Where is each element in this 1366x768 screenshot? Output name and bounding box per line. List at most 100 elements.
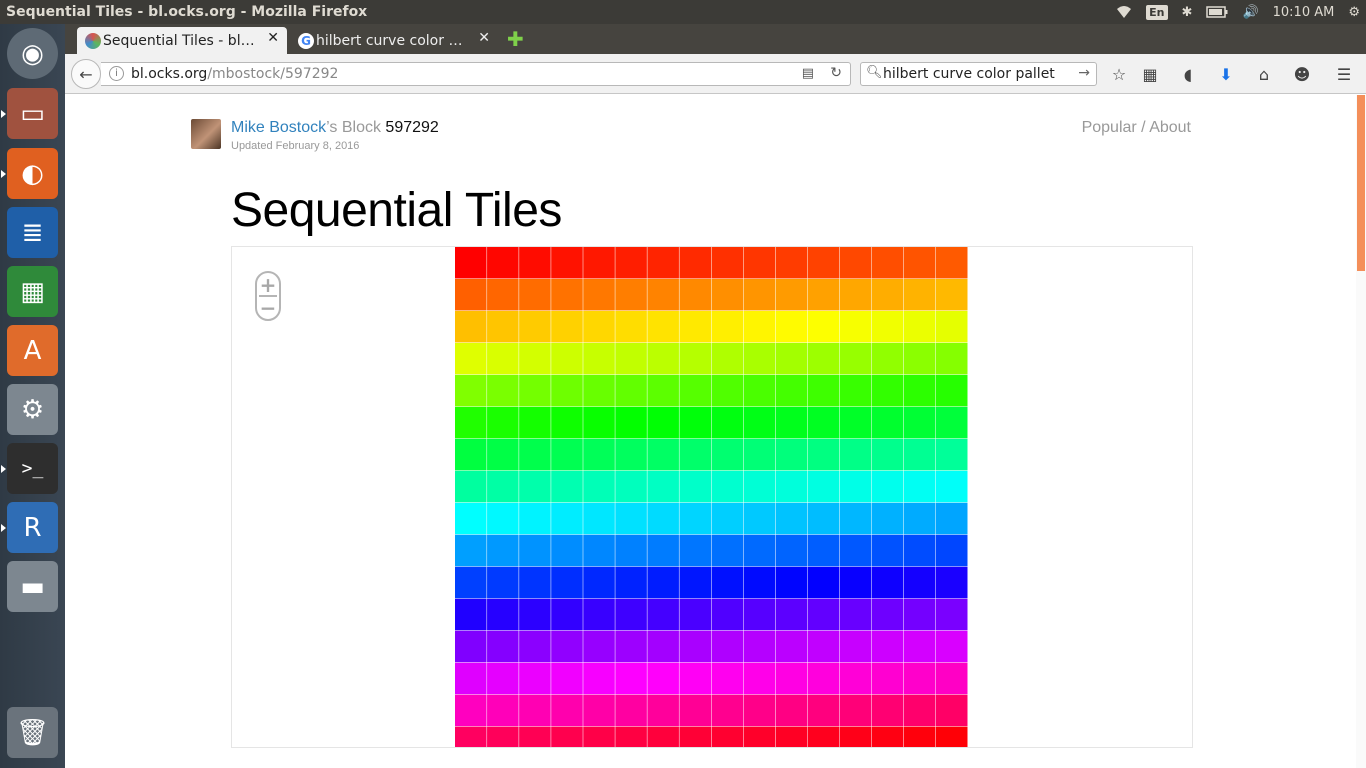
tile (903, 438, 936, 471)
site-info-icon[interactable]: i (109, 66, 124, 81)
pocket-icon[interactable]: ◖ (1177, 63, 1199, 85)
tile (519, 630, 551, 663)
tile (519, 470, 551, 503)
tile (647, 566, 679, 599)
menu-icon[interactable]: ☰ (1333, 63, 1355, 85)
tile (583, 598, 615, 631)
tile (871, 310, 904, 343)
tile (839, 278, 872, 311)
tile (583, 438, 615, 471)
tile (583, 247, 615, 279)
ubuntu-dash-icon[interactable]: ◉ (7, 28, 58, 79)
downloads-icon[interactable]: ⬇ (1215, 63, 1237, 85)
byline-suffix: ’s Block (326, 119, 386, 136)
tile (583, 534, 615, 567)
close-tab-icon[interactable]: ✕ (267, 30, 279, 46)
search-input[interactable]: hilbert curve color pallet (883, 66, 1055, 82)
back-button[interactable]: ← (71, 59, 101, 89)
keyboard-layout-indicator[interactable]: En (1146, 4, 1168, 20)
page-scrollbar[interactable] (1356, 95, 1366, 768)
tile (839, 534, 872, 567)
scrollbar-thumb[interactable] (1357, 95, 1365, 271)
search-bar[interactable]: 🔍︎ hilbert curve color pallet → (860, 62, 1097, 86)
running-app-indicator (1, 170, 6, 178)
new-tab-button[interactable]: ✚ (507, 27, 524, 51)
tile (487, 342, 519, 375)
tile (647, 247, 679, 279)
tile (903, 310, 936, 343)
tile (935, 502, 968, 535)
trash-icon[interactable]: 🗑︎ (7, 707, 58, 758)
tile (903, 502, 936, 535)
tile (903, 566, 936, 599)
tile (775, 278, 808, 311)
system-settings-icon[interactable]: ⚙ (7, 384, 58, 435)
tile (455, 342, 487, 375)
battery-icon[interactable] (1206, 6, 1228, 18)
popular-link[interactable]: Popular (1082, 119, 1137, 136)
tile (871, 374, 904, 407)
tile (583, 310, 615, 343)
tab-hilbert-search[interactable]: G hilbert curve color … ✕ (290, 27, 498, 54)
calc-icon[interactable]: ▦ (7, 266, 58, 317)
about-link[interactable]: About (1149, 119, 1191, 136)
files-icon[interactable]: ▭ (7, 88, 58, 139)
tile (743, 310, 776, 343)
tab-label: hilbert curve color … (316, 32, 463, 49)
home-icon[interactable]: ⌂ (1253, 63, 1275, 85)
url-bar[interactable]: i bl.ocks.org/mbostock/597292 ▤ ↻ (101, 62, 851, 86)
tile (583, 502, 615, 535)
search-go-icon[interactable]: → (1078, 65, 1090, 81)
tile (935, 694, 968, 727)
tile (551, 534, 583, 567)
tile (807, 247, 840, 279)
tile (583, 470, 615, 503)
firefox-icon[interactable]: ◐ (7, 148, 58, 199)
bookmark-star-icon[interactable]: ☆ (1108, 63, 1130, 85)
terminal-icon[interactable]: >_ (7, 443, 58, 494)
tile (871, 566, 904, 599)
software-center-icon[interactable]: A (7, 325, 58, 376)
author-link[interactable]: Mike Bostock (231, 119, 326, 136)
gear-icon[interactable]: ⚙ (1348, 5, 1360, 20)
tile (711, 342, 744, 375)
tile (743, 278, 776, 311)
tile (711, 598, 744, 631)
sequential-tiles-map[interactable] (455, 247, 968, 748)
tile (775, 406, 808, 439)
tile (743, 630, 776, 663)
tile (775, 694, 808, 727)
tile (871, 247, 904, 279)
tile (487, 726, 519, 747)
reader-view-icon[interactable]: ▤ (802, 66, 814, 81)
tile (839, 502, 872, 535)
tile (551, 694, 583, 727)
disk-icon[interactable]: ▬ (7, 561, 58, 612)
tile (487, 278, 519, 311)
tab-sequential-tiles[interactable]: Sequential Tiles - bl… ✕ (77, 27, 287, 54)
tile (551, 406, 583, 439)
writer-icon[interactable]: ≣ (7, 207, 58, 258)
author-avatar[interactable] (191, 119, 221, 149)
reading-list-icon[interactable]: ▦ (1139, 63, 1161, 85)
close-tab-icon[interactable]: ✕ (478, 30, 490, 46)
tile (679, 470, 711, 503)
tile (807, 470, 840, 503)
tile (615, 278, 647, 311)
tile (807, 406, 840, 439)
rstudio-icon[interactable]: R (7, 502, 58, 553)
link-separator: / (1136, 119, 1150, 136)
reload-icon[interactable]: ↻ (830, 65, 842, 81)
zoom-in-button[interactable]: + (257, 273, 279, 297)
chat-icon[interactable]: ☻ (1291, 63, 1313, 85)
blocks-favicon-icon (85, 33, 101, 49)
wifi-icon[interactable] (1116, 5, 1132, 19)
tile (679, 566, 711, 599)
clock[interactable]: 10:10 AM (1273, 5, 1335, 20)
bluetooth-icon[interactable]: ✱ (1182, 5, 1193, 20)
tile (455, 694, 487, 727)
tile (519, 694, 551, 727)
tile (455, 374, 487, 407)
zoom-out-button[interactable]: − (257, 296, 279, 320)
volume-icon[interactable]: 🔊 (1242, 5, 1258, 20)
